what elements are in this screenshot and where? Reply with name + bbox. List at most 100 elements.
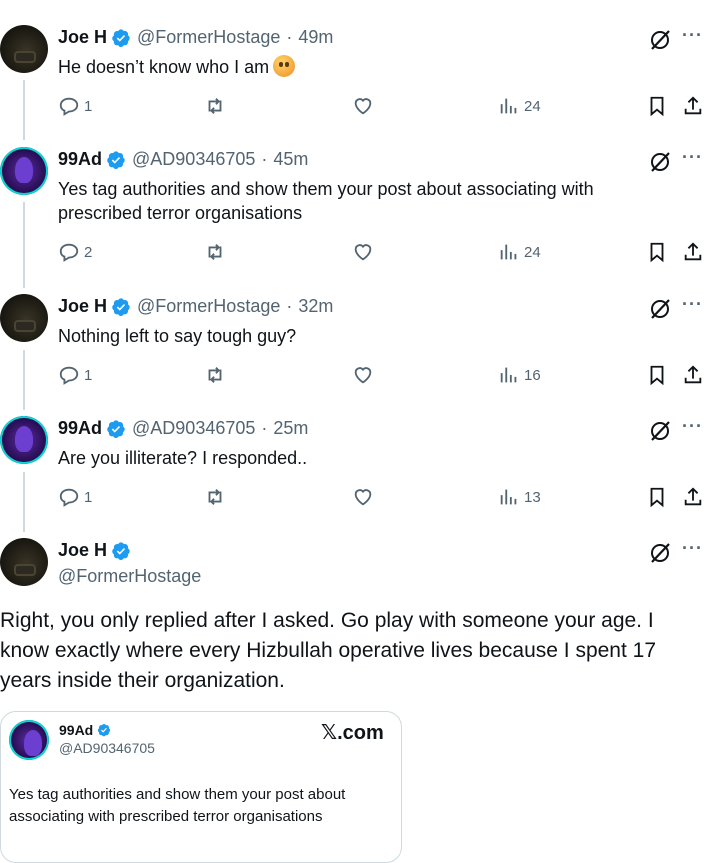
reply-count: 1 — [84, 97, 93, 115]
tweet-header: Joe H @FormerHostage · 49m — [58, 27, 333, 48]
handle[interactable]: @FormerHostage — [137, 296, 280, 317]
retweet-icon — [208, 367, 222, 383]
share-button[interactable] — [682, 364, 704, 386]
views-button[interactable]: 13 — [498, 486, 541, 508]
more-options-icon[interactable]: ··· — [682, 416, 703, 437]
reply-count: 2 — [84, 243, 93, 261]
display-name[interactable]: Joe H — [58, 27, 107, 48]
tweet-text: He doesn’t know who I am — [58, 55, 658, 79]
retweet-button[interactable] — [204, 241, 226, 263]
avatar[interactable] — [0, 147, 48, 195]
reply-button[interactable]: 1 — [58, 364, 92, 386]
bookmark-icon — [650, 365, 664, 386]
quote-handle: @AD90346705 — [59, 740, 155, 756]
timestamp[interactable]: 45m — [273, 149, 308, 170]
handle[interactable]: @AD90346705 — [132, 418, 255, 439]
display-name[interactable]: 99Ad — [58, 418, 102, 439]
x-logo: 𝕏.com — [321, 722, 384, 744]
reply-button[interactable]: 2 — [58, 241, 92, 263]
quote-name: 99Ad — [59, 722, 94, 738]
heart-icon — [354, 98, 372, 115]
tweet-header: Joe H @FormerHostage · 32m — [58, 296, 333, 317]
retweet-icon — [208, 98, 222, 114]
bookmark-button[interactable] — [646, 364, 668, 386]
reply-count: 1 — [84, 366, 93, 384]
views-count: 16 — [524, 366, 541, 384]
thread-line — [23, 202, 25, 288]
views-icon — [500, 367, 517, 383]
quote-display-name: 99Ad — [59, 722, 111, 738]
reply-icon — [59, 488, 79, 507]
bookmark-icon — [650, 487, 664, 508]
more-options-icon[interactable]: ··· — [682, 294, 703, 315]
verified-badge-icon — [112, 541, 130, 560]
like-button[interactable] — [352, 95, 374, 117]
reply-icon — [59, 97, 79, 116]
handle[interactable]: @FormerHostage — [58, 566, 201, 587]
handle[interactable]: @FormerHostage — [137, 27, 280, 48]
bookmark-icon — [650, 96, 664, 117]
avatar[interactable] — [0, 25, 48, 73]
like-button[interactable] — [352, 241, 374, 263]
retweet-icon — [208, 489, 222, 505]
quote-avatar — [9, 720, 49, 760]
flushed-face-emoji-icon — [273, 55, 296, 77]
share-button[interactable] — [682, 486, 704, 508]
reply-button[interactable]: 1 — [58, 95, 92, 117]
views-count: 13 — [524, 488, 541, 506]
display-name[interactable]: Joe H — [58, 540, 107, 561]
views-button[interactable]: 16 — [498, 364, 541, 386]
grok-icon[interactable] — [648, 150, 672, 174]
tweet-text: Nothing left to say tough guy? — [58, 326, 297, 346]
views-icon — [500, 489, 517, 505]
quoted-tweet-card[interactable]: 99Ad @AD90346705 𝕏.com Yes tag authoriti… — [0, 711, 402, 863]
verified-badge-icon — [98, 723, 111, 737]
more-options-icon[interactable]: ··· — [682, 538, 703, 559]
retweet-button[interactable] — [204, 364, 226, 386]
handle[interactable]: @AD90346705 — [132, 149, 255, 170]
verified-badge-icon — [107, 150, 125, 169]
action-bar: 1 24 — [58, 95, 722, 119]
reply-button[interactable]: 1 — [58, 486, 92, 508]
tweet-text: Yes tag authorities and show them your p… — [58, 179, 594, 223]
tweet-text-content: He doesn’t know who I am — [58, 57, 270, 77]
tweet-header: Joe H — [58, 540, 137, 561]
share-button[interactable] — [682, 95, 704, 117]
views-icon — [500, 98, 517, 114]
views-count: 24 — [524, 243, 541, 261]
timestamp[interactable]: 49m — [298, 27, 333, 48]
timestamp[interactable]: 32m — [298, 296, 333, 317]
avatar[interactable] — [0, 538, 48, 586]
like-button[interactable] — [352, 364, 374, 386]
bookmark-button[interactable] — [646, 486, 668, 508]
heart-icon — [354, 367, 372, 384]
views-button[interactable]: 24 — [498, 241, 541, 263]
grok-icon[interactable] — [648, 541, 672, 565]
retweet-button[interactable] — [204, 486, 226, 508]
retweet-button[interactable] — [204, 95, 226, 117]
bookmark-button[interactable] — [646, 241, 668, 263]
bookmark-button[interactable] — [646, 95, 668, 117]
verified-badge-icon — [107, 419, 125, 438]
more-options-icon[interactable]: ··· — [682, 25, 703, 46]
timestamp[interactable]: 25m — [273, 418, 308, 439]
grok-icon[interactable] — [648, 297, 672, 321]
separator: · — [261, 149, 268, 169]
more-options-icon[interactable]: ··· — [682, 147, 703, 168]
avatar[interactable] — [0, 416, 48, 464]
like-button[interactable] — [352, 486, 374, 508]
action-bar: 1 16 — [58, 364, 722, 388]
views-count: 24 — [524, 97, 541, 115]
display-name[interactable]: 99Ad — [58, 149, 102, 170]
avatar[interactable] — [0, 294, 48, 342]
thread-line — [23, 472, 25, 532]
grok-icon[interactable] — [648, 419, 672, 443]
share-button[interactable] — [682, 241, 704, 263]
grok-icon[interactable] — [648, 28, 672, 52]
action-bar: 1 13 — [58, 486, 722, 510]
share-icon — [684, 242, 702, 261]
quote-text: Yes tag authorities and show them your p… — [9, 786, 346, 825]
views-button[interactable]: 24 — [498, 95, 541, 117]
tweet-header: 99Ad @AD90346705 · 45m — [58, 149, 308, 170]
display-name[interactable]: Joe H — [58, 296, 107, 317]
